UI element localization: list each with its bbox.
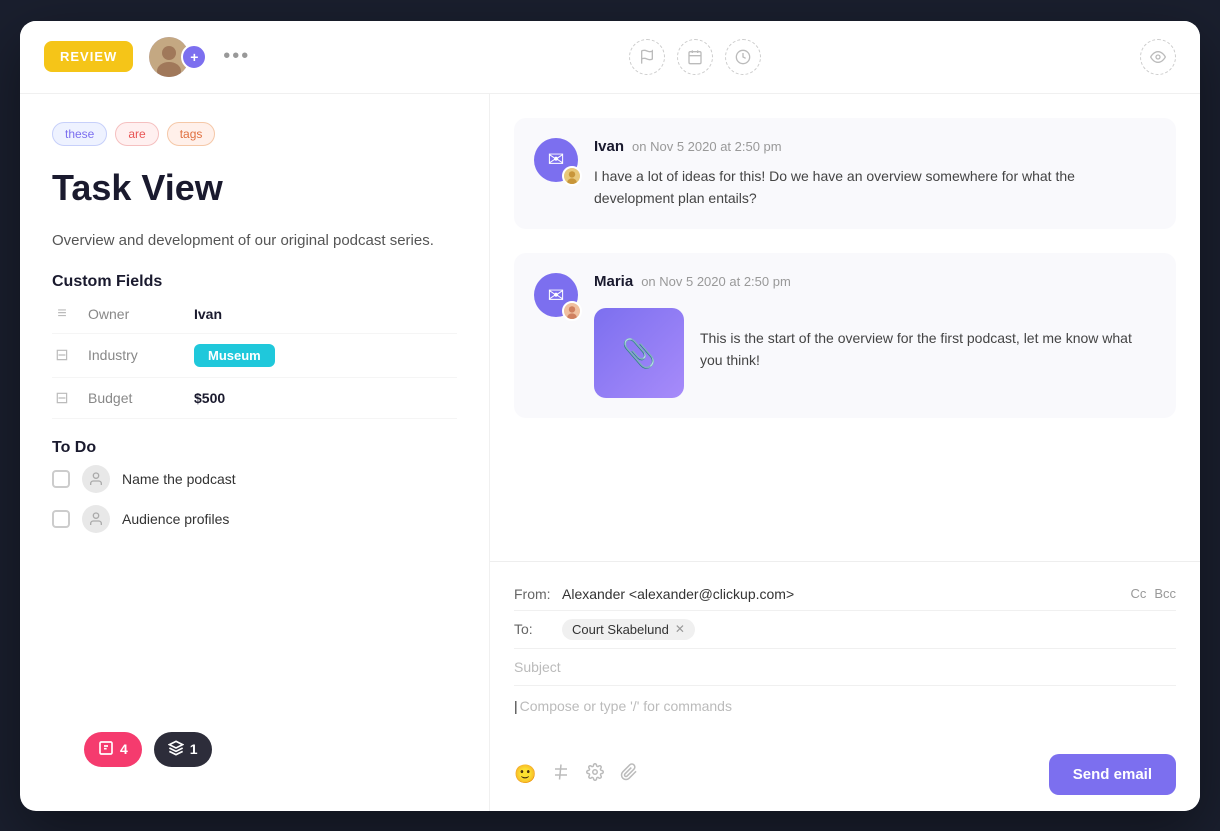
comment-header-ivan: Ivan on Nov 5 2020 at 2:50 pm bbox=[594, 138, 1156, 155]
comment-time-ivan: on Nov 5 2020 at 2:50 pm bbox=[632, 139, 782, 154]
comment-item-ivan: ✉ Ivan on Nov 5 2020 at 2:50 p bbox=[514, 118, 1176, 230]
add-member-button[interactable]: + bbox=[181, 44, 207, 70]
field-row-owner: ≡ Owner Ivan bbox=[52, 295, 457, 334]
todo-label-1: Name the podcast bbox=[122, 471, 236, 487]
tag-are[interactable]: are bbox=[115, 122, 158, 146]
attachment-box[interactable]: 📎 bbox=[594, 308, 684, 398]
todo-section: To Do Name the podcast bbox=[52, 439, 457, 533]
top-bar: REVIEW + ••• bbox=[20, 21, 1200, 94]
remove-recipient-button[interactable]: ✕ bbox=[675, 622, 685, 636]
from-label: From: bbox=[514, 586, 554, 602]
counter-badge-red[interactable]: 4 bbox=[84, 732, 142, 767]
settings-icon-button[interactable] bbox=[586, 763, 604, 786]
todo-item-2: Audience profiles bbox=[52, 505, 457, 533]
flag-icon-button[interactable] bbox=[629, 39, 665, 75]
toolbar-icons: 🙂 bbox=[514, 763, 638, 786]
more-options-button[interactable]: ••• bbox=[223, 45, 250, 68]
top-bar-right bbox=[1140, 39, 1176, 75]
emoji-icon-button[interactable]: 🙂 bbox=[514, 764, 536, 785]
owner-field-value[interactable]: Ivan bbox=[194, 306, 222, 322]
custom-fields-title: Custom Fields bbox=[52, 273, 457, 291]
comment-text-ivan: I have a lot of ideas for this! Do we ha… bbox=[594, 165, 1156, 210]
compose-placeholder: Compose or type '/' for commands bbox=[520, 698, 732, 714]
todo-avatar-2 bbox=[82, 505, 110, 533]
badge-dark-icon bbox=[168, 740, 184, 759]
comment-time-maria: on Nov 5 2020 at 2:50 pm bbox=[641, 274, 791, 289]
comment-sub-avatar-ivan bbox=[562, 166, 582, 186]
attachment-icon-button[interactable] bbox=[620, 763, 638, 786]
right-panel: ✉ Ivan on Nov 5 2020 at 2:50 p bbox=[490, 94, 1200, 811]
status-badge: REVIEW bbox=[44, 41, 133, 72]
clock-icon-button[interactable] bbox=[725, 39, 761, 75]
bcc-button[interactable]: Bcc bbox=[1154, 586, 1176, 601]
todo-title: To Do bbox=[52, 439, 457, 457]
comment-header-maria: Maria on Nov 5 2020 at 2:50 pm bbox=[594, 273, 1156, 290]
comment-text-maria: This is the start of the overview for th… bbox=[700, 327, 1156, 372]
comment-avatar-maria: ✉ bbox=[534, 273, 578, 317]
email-toolbar: 🙂 bbox=[514, 746, 1176, 795]
to-label: To: bbox=[514, 621, 554, 637]
comment-item-maria: ✉ Maria on Nov 5 2020 at 2:50 bbox=[514, 253, 1176, 418]
owner-field-label: Owner bbox=[88, 306, 178, 322]
field-row-industry: ⊟ Industry Museum bbox=[52, 334, 457, 378]
owner-field-icon: ≡ bbox=[52, 305, 72, 323]
subject-row: Subject bbox=[514, 649, 1176, 686]
field-row-budget: ⊟ Budget $500 bbox=[52, 378, 457, 419]
email-to-row: To: Court Skabelund ✕ bbox=[514, 611, 1176, 649]
main-content: these are tags Task View Overview and de… bbox=[20, 94, 1200, 811]
comment-sub-avatar-maria bbox=[562, 301, 582, 321]
to-recipient-tag[interactable]: Court Skabelund ✕ bbox=[562, 619, 695, 640]
comment-avatar-ivan: ✉ bbox=[534, 138, 578, 182]
bottom-bar: 4 1 bbox=[52, 716, 457, 783]
todo-checkbox-2[interactable] bbox=[52, 510, 70, 528]
comment-author-maria: Maria bbox=[594, 273, 633, 290]
industry-field-icon: ⊟ bbox=[52, 345, 72, 365]
send-email-button[interactable]: Send email bbox=[1049, 754, 1176, 795]
comment-body-ivan: Ivan on Nov 5 2020 at 2:50 pm I have a l… bbox=[594, 138, 1156, 210]
tag-these[interactable]: these bbox=[52, 122, 107, 146]
todo-avatar-1 bbox=[82, 465, 110, 493]
email-compose: From: Alexander <alexander@clickup.com> … bbox=[490, 561, 1200, 811]
task-description: Overview and development of our original… bbox=[52, 229, 457, 253]
attachment-paperclip-icon: 📎 bbox=[622, 337, 657, 370]
compose-area[interactable]: Compose or type '/' for commands bbox=[514, 686, 1176, 746]
badge-red-icon bbox=[98, 740, 114, 759]
envelope-icon-2: ✉ bbox=[548, 283, 565, 308]
slash-command-icon-button[interactable] bbox=[552, 763, 570, 786]
todo-items: Name the podcast Audience profiles bbox=[52, 465, 457, 533]
left-panel: these are tags Task View Overview and de… bbox=[20, 94, 490, 811]
industry-field-value[interactable]: Museum bbox=[194, 344, 275, 367]
avatar-group: + bbox=[149, 37, 207, 77]
counter-badge-dark[interactable]: 1 bbox=[154, 732, 212, 767]
comment-author-ivan: Ivan bbox=[594, 138, 624, 155]
to-recipient-name: Court Skabelund bbox=[572, 622, 669, 637]
todo-item-1: Name the podcast bbox=[52, 465, 457, 493]
tag-tags[interactable]: tags bbox=[167, 122, 216, 146]
badge-red-count: 4 bbox=[120, 741, 128, 757]
app-window: REVIEW + ••• bbox=[20, 21, 1200, 811]
envelope-icon: ✉ bbox=[548, 147, 565, 172]
budget-field-icon: ⊟ bbox=[52, 388, 72, 408]
top-bar-left: REVIEW + ••• bbox=[44, 37, 250, 77]
comment-body-maria: Maria on Nov 5 2020 at 2:50 pm 📎 This is… bbox=[594, 273, 1156, 398]
todo-label-2: Audience profiles bbox=[122, 511, 229, 527]
calendar-icon-button[interactable] bbox=[677, 39, 713, 75]
comment-with-attachment: 📎 This is the start of the overview for … bbox=[594, 300, 1156, 398]
badge-dark-count: 1 bbox=[190, 741, 198, 757]
task-title: Task View bbox=[52, 166, 457, 209]
email-from-row: From: Alexander <alexander@clickup.com> … bbox=[514, 578, 1176, 611]
custom-fields-section: Custom Fields ≡ Owner Ivan ⊟ Industry Mu… bbox=[52, 273, 457, 419]
budget-field-label: Budget bbox=[88, 390, 178, 406]
tags-row: these are tags bbox=[52, 122, 457, 146]
custom-fields-list: ≡ Owner Ivan ⊟ Industry Museum ⊟ Budget bbox=[52, 295, 457, 419]
industry-field-label: Industry bbox=[88, 347, 178, 363]
comments-area: ✉ Ivan on Nov 5 2020 at 2:50 p bbox=[490, 94, 1200, 561]
subject-placeholder[interactable]: Subject bbox=[514, 659, 561, 675]
eye-icon-button[interactable] bbox=[1140, 39, 1176, 75]
budget-field-value[interactable]: $500 bbox=[194, 390, 225, 406]
cc-button[interactable]: Cc bbox=[1130, 586, 1146, 601]
top-bar-center bbox=[629, 39, 761, 75]
from-value: Alexander <alexander@clickup.com> bbox=[562, 586, 1122, 602]
todo-checkbox-1[interactable] bbox=[52, 470, 70, 488]
